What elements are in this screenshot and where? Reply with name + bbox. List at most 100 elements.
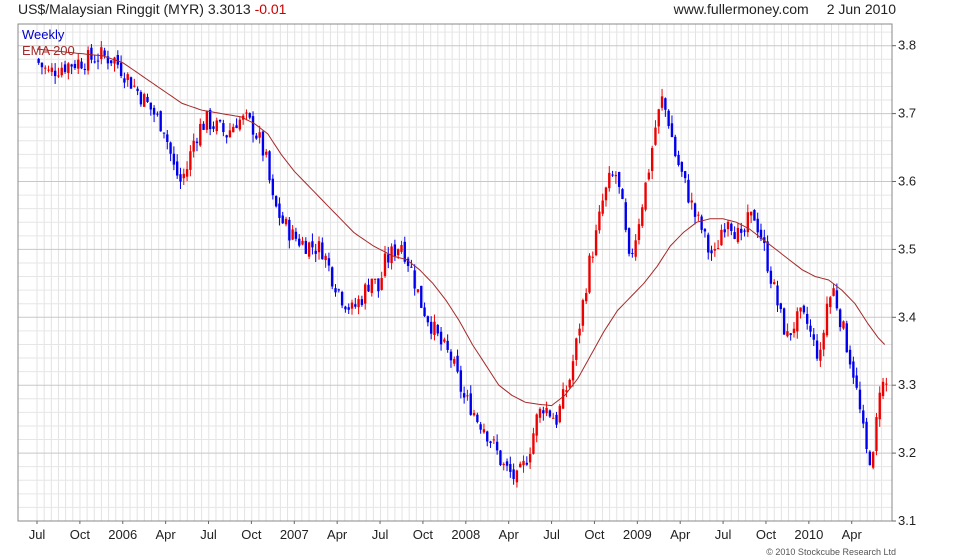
candle-body [825,303,829,336]
candle-body [169,142,172,154]
candle-body [637,224,641,241]
candle-body [716,248,720,250]
candle-body [281,215,284,224]
candle-body [525,462,529,465]
candle-body [340,291,344,306]
candle-body [542,410,545,414]
y-tick-label: 3.4 [898,309,916,324]
candle-body [601,200,604,214]
candle-body [858,389,862,410]
copyright-notice: © 2010 Stockcube Research Ltd [766,547,896,557]
candle-body [215,120,218,132]
candle-body [423,307,426,317]
candle-body [175,161,179,176]
candle-body [380,278,383,290]
candle-body [650,148,654,172]
candle-body [449,351,453,361]
candle-body [360,299,364,305]
candle-body [733,232,736,239]
candle-body [123,78,126,83]
candle-body [786,331,789,337]
candle-body [594,230,598,256]
candle-body [848,349,852,365]
y-tick-label: 3.6 [898,174,916,189]
candle-body [284,218,288,225]
candle-body [469,393,472,415]
candle-body [357,299,360,308]
candle-body [578,328,581,336]
candle-body [713,249,717,251]
x-tick-label: Jul [29,527,46,542]
candle-body [657,109,660,127]
candle-body [871,452,875,468]
candle-body [881,381,885,397]
candle-body [426,316,430,323]
candle-body [119,62,123,76]
candle-body [552,417,555,419]
y-tick-label: 3.7 [898,106,916,121]
candle-body [515,470,519,483]
candle-body [182,173,185,179]
candle-body [855,375,858,388]
candle-body [519,463,522,468]
candle-body [129,77,133,89]
candle-body [740,228,743,233]
candle-body [436,325,439,334]
y-axis: 3.1 3.2 3.3 3.4 3.5 3.6 3.7 3.8 [892,38,916,528]
y-tick-label: 3.2 [898,445,916,460]
candle-body [647,172,651,180]
candle-body [367,284,370,292]
candle-body [416,289,420,292]
candle-body [50,67,54,72]
candle-body [683,171,687,179]
candle-body [327,258,331,266]
candle-body [664,98,667,110]
candle-body [400,245,403,252]
candle-body [156,113,159,115]
candle-body [291,229,294,240]
candle-body [321,242,324,260]
candle-body [548,410,552,417]
candle-body [347,307,350,310]
candle-body [799,307,802,312]
candle-body [387,254,390,263]
y-tick-label: 3.5 [898,241,916,256]
candle-body [40,62,44,68]
candle-body [331,267,334,287]
candle-body [189,151,192,170]
candle-body [238,119,242,130]
candle-body [624,202,627,230]
candle-body [324,255,327,261]
candle-body [278,203,281,218]
candle-body [370,278,373,293]
candle-body [90,47,93,60]
candle-body [166,134,169,142]
candle-body [621,189,624,199]
candle-body [258,132,261,138]
candle-body [749,211,753,216]
y-tick-label: 3.3 [898,377,916,392]
candle-body [792,328,796,333]
candle-body [462,393,466,398]
candle-body [806,313,809,324]
x-tick-label: Apr [499,527,520,542]
candle-body [585,293,588,302]
candle-body [459,370,463,392]
candle-body [604,187,608,201]
candle-body [53,70,57,77]
candle-body [558,405,561,423]
y-tick-label: 3.1 [898,513,916,528]
candle-body [410,266,413,268]
candle-body [294,231,298,239]
x-tick-label: 2006 [108,527,137,542]
candle-body [532,433,535,454]
candle-body [143,94,146,107]
candle-body [228,130,232,138]
candle-body [687,179,690,203]
candle-body [195,141,199,144]
candle-body [522,460,525,466]
candle-body [641,207,644,226]
x-tick-label: Oct [413,527,434,542]
candle-body [670,123,674,138]
candle-body [337,289,340,291]
